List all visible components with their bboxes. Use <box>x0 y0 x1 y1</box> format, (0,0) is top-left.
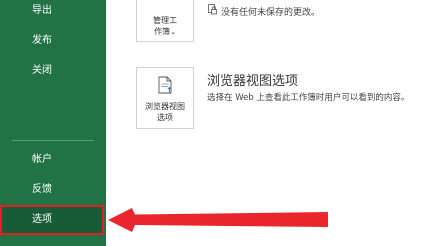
browser-view-description: 选择在 Web 上查看此工作簿时用户可以看到的内容。 <box>207 93 410 103</box>
browser-view-options-button[interactable]: 浏览器视图 选项 <box>136 67 194 129</box>
manage-workbook-label-line2: 作簿 <box>154 27 171 36</box>
sidebar-item-label: 反馈 <box>32 184 52 195</box>
document-upload-icon <box>158 76 172 94</box>
sidebar-item-label: 选项 <box>32 214 52 225</box>
sidebar: 导出 发布 关闭 帐户 反馈 选项 <box>0 0 106 246</box>
sidebar-item-export[interactable]: 导出 <box>0 0 106 26</box>
sidebar-item-label: 帐户 <box>32 154 52 165</box>
chevron-down-icon: ⌄ <box>170 28 176 36</box>
document-lock-icon <box>208 4 217 15</box>
browser-view-label-line2: 选项 <box>157 113 173 122</box>
browser-view-heading: 浏览器视图选项 <box>207 74 299 89</box>
sidebar-divider <box>12 140 94 141</box>
main-pane: 管理工 作簿⌄ 没有任何未保存的更改。 浏览器视图 选项 浏览器视图选项 选择在… <box>106 0 445 246</box>
manage-workbook-label: 管理工 作簿⌄ <box>137 15 193 38</box>
manage-workbook-label-line1: 管理工 <box>153 16 177 25</box>
manage-workbook-button[interactable]: 管理工 作簿⌄ <box>136 0 194 42</box>
browser-view-label-line1: 浏览器视图 <box>145 102 185 111</box>
sidebar-item-publish[interactable]: 发布 <box>0 26 106 56</box>
sidebar-item-label: 发布 <box>32 35 52 46</box>
sidebar-item-feedback[interactable]: 反馈 <box>0 175 106 205</box>
browser-view-options-label: 浏览器视图 选项 <box>137 101 193 123</box>
sidebar-item-account[interactable]: 帐户 <box>0 145 106 175</box>
sidebar-item-close[interactable]: 关闭 <box>0 56 106 86</box>
unsaved-changes-text: 没有任何未保存的更改。 <box>221 8 321 18</box>
sidebar-item-label: 导出 <box>32 5 52 16</box>
sidebar-item-label: 关闭 <box>32 65 52 76</box>
sidebar-item-options[interactable]: 选项 <box>0 205 104 235</box>
